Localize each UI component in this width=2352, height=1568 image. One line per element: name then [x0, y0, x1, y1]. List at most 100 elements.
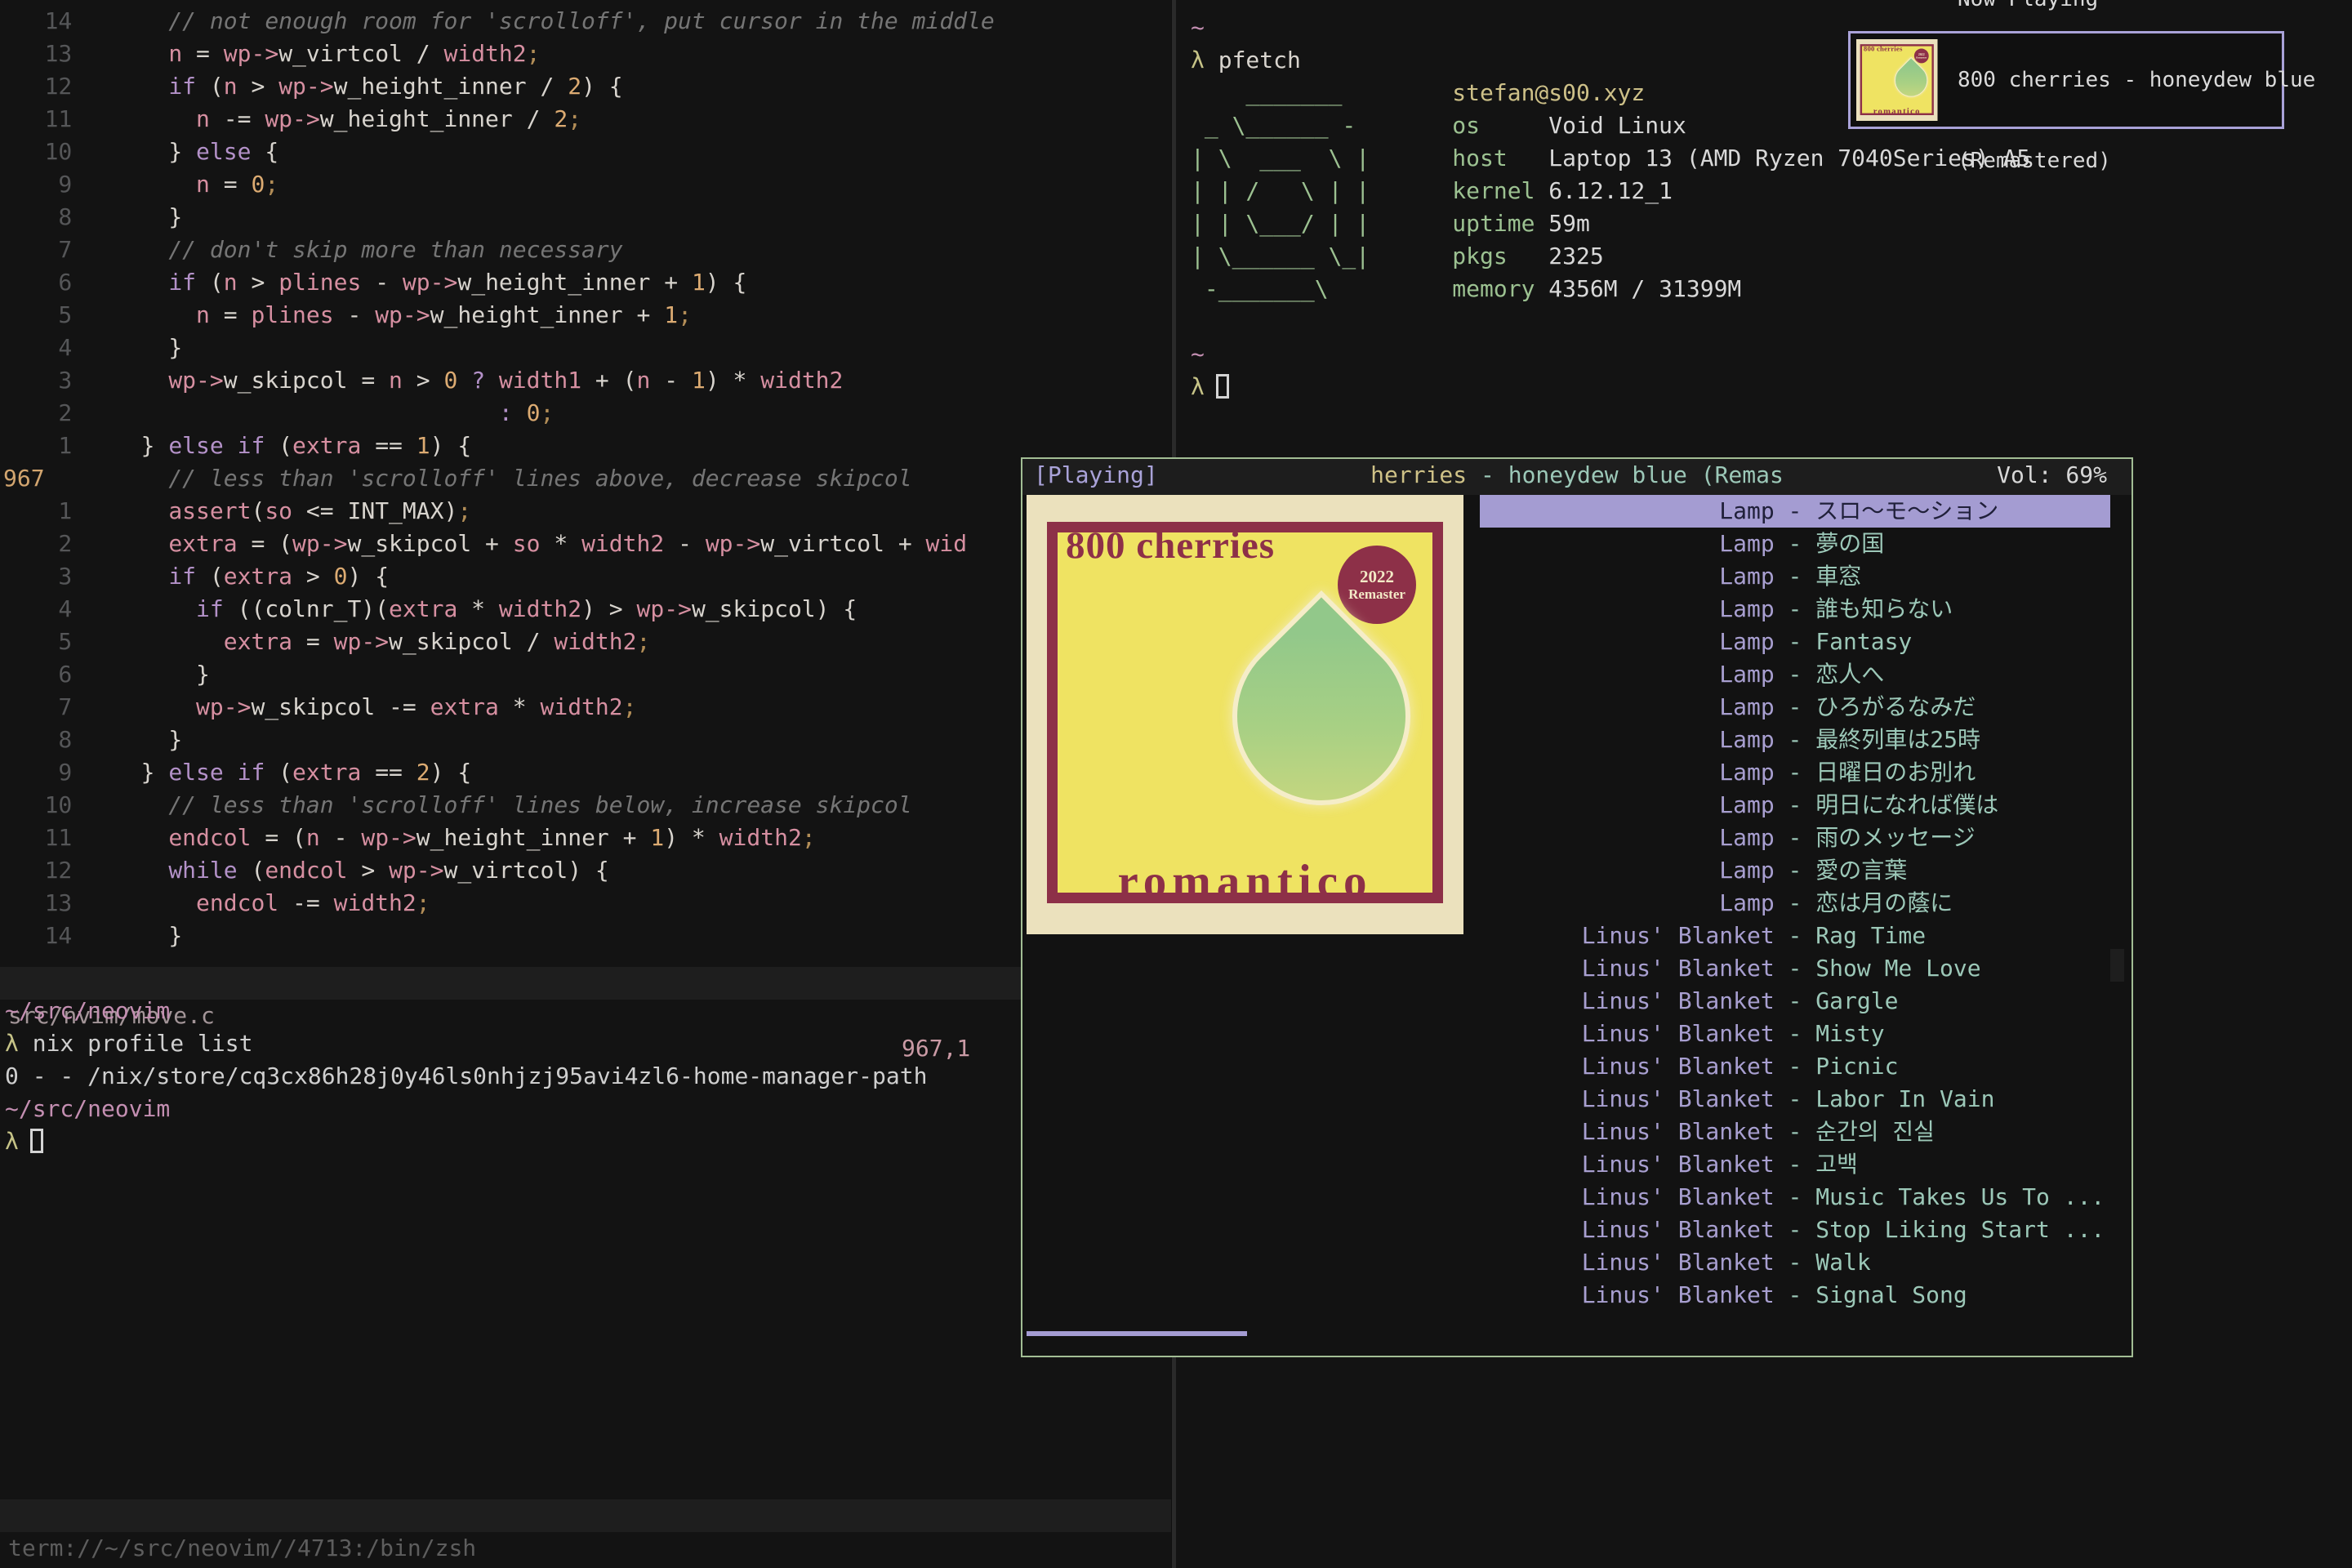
playlist-item[interactable]: Linus' Blanket - Signal Song — [1480, 1279, 2110, 1312]
terminal-line[interactable]: λ — [5, 1125, 927, 1158]
playlist-item[interactable]: Linus' Blanket - Misty — [1480, 1018, 2110, 1050]
code-line[interactable]: 967 // less than 'scrolloff' lines above… — [3, 462, 995, 495]
playlist-item[interactable]: Linus' Blanket - Rag Time — [1480, 920, 2110, 952]
playlist-item[interactable]: Linus' Blanket - Music Takes Us To ... — [1480, 1181, 2110, 1214]
code-line[interactable]: 4 } — [3, 332, 995, 364]
pfetch-label: host — [1452, 142, 1548, 175]
playlist-item[interactable]: Lamp - 愛の言葉 — [1480, 854, 2110, 887]
playlist-item-selected[interactable]: Lamp - スロ〜モ〜ション — [1480, 495, 2110, 528]
playlist-item[interactable]: Lamp - Fantasy — [1480, 626, 2110, 658]
track-separator: - — [1775, 1181, 1816, 1214]
code-text: } else if (extra == 2) { — [86, 759, 471, 786]
shell-prompt: λ — [1191, 47, 1205, 74]
code-buffer[interactable]: 14 // not enough room for 'scrolloff', p… — [3, 5, 995, 952]
code-line[interactable]: 14 // not enough room for 'scrolloff', p… — [3, 5, 995, 38]
playlist-item[interactable]: Linus' Blanket - 순간의 진실 — [1480, 1116, 2110, 1148]
embedded-terminal-buffer[interactable]: ~/src/neovim λ nix profile list0 - - /nix… — [5, 995, 927, 1158]
playlist-item[interactable]: Linus' Blanket - Walk — [1480, 1246, 2110, 1279]
playlist-item[interactable]: Linus' Blanket - 고백 — [1480, 1148, 2110, 1181]
line-number: 10 — [3, 136, 86, 168]
playlist-scrollbar[interactable] — [2110, 949, 2124, 982]
terminal-path: ~/src/neovim — [5, 997, 170, 1024]
track-separator: - — [1775, 1018, 1816, 1050]
terminal-line[interactable]: ~/src/neovim — [5, 1093, 927, 1125]
playlist-item[interactable]: Lamp - 日曜日のお別れ — [1480, 756, 2110, 789]
code-text: n -= wp->w_height_inner / 2; — [86, 105, 581, 132]
pfetch-value: Void Linux — [1548, 109, 1686, 142]
track-artist: Linus' Blanket — [1480, 1279, 1775, 1312]
code-line[interactable]: 4 if ((colnr_T)(extra * width2) > wp->w_… — [3, 593, 995, 626]
nvim-statusline-terminal: term://~/src/neovim//4713:/bin/zsh 14,3-… — [0, 1499, 1171, 1532]
track-artist: Lamp — [1480, 854, 1775, 887]
playlist-item[interactable]: Lamp - 明日になれば僕は — [1480, 789, 2110, 822]
desktop: 14 // not enough room for 'scrolloff', p… — [0, 0, 2352, 1568]
code-line[interactable]: 6 if (n > plines - wp->w_height_inner + … — [3, 266, 995, 299]
album-title-text: romantico — [1856, 108, 1938, 114]
code-line[interactable]: 8 } — [3, 201, 995, 234]
playlist-item[interactable]: Linus' Blanket - Picnic — [1480, 1050, 2110, 1083]
playlist-item[interactable]: Linus' Blanket - Labor In Vain — [1480, 1083, 2110, 1116]
code-line[interactable]: 12 while (endcol > wp->w_virtcol) { — [3, 854, 995, 887]
playlist-item[interactable]: Linus' Blanket - Stop Liking Start ... — [1480, 1214, 2110, 1246]
playlist-item[interactable]: Lamp - 恋は月の蔭に — [1480, 887, 2110, 920]
playlist: Lamp - スロ〜モ〜ションLamp - 夢の国Lamp - 車窓Lamp -… — [1480, 495, 2110, 1312]
code-line[interactable]: 5 extra = wp->w_skipcol / width2; — [3, 626, 995, 658]
playlist-item[interactable]: Lamp - 恋人へ — [1480, 658, 2110, 691]
track-separator: - — [1775, 1148, 1816, 1181]
track-separator: - — [1775, 952, 1816, 985]
code-line[interactable]: 6 } — [3, 658, 995, 691]
code-line[interactable]: 10 } else { — [3, 136, 995, 168]
playlist-item[interactable]: Lamp - 雨のメッセージ — [1480, 822, 2110, 854]
code-line[interactable]: 3 wp->w_skipcol = n > 0 ? width1 + (n - … — [3, 364, 995, 397]
playlist-item[interactable]: Lamp - 誰も知らない — [1480, 593, 2110, 626]
code-line[interactable]: 1 } else if (extra == 1) { — [3, 430, 995, 462]
playlist-item[interactable]: Linus' Blanket - Show Me Love — [1480, 952, 2110, 985]
track-title: 雨のメッセージ — [1815, 822, 2110, 854]
code-line[interactable]: 2 : 0; — [3, 397, 995, 430]
track-progress-bar[interactable] — [1027, 1331, 1247, 1336]
track-artist: Linus' Blanket — [1480, 985, 1775, 1018]
playlist-item[interactable]: Lamp - ひろがるなみだ — [1480, 691, 2110, 724]
playlist-item[interactable]: Lamp - 夢の国 — [1480, 528, 2110, 560]
code-line[interactable]: 13 endcol -= width2; — [3, 887, 995, 920]
terminal-line[interactable]: ~/src/neovim — [5, 995, 927, 1027]
void-logo-ascii: | | / \ | | — [1191, 175, 1452, 207]
album-artist-text: 800 cherries — [1864, 46, 1903, 51]
playlist-item[interactable]: Lamp - 車窓 — [1480, 560, 2110, 593]
track-separator: - — [1775, 1116, 1816, 1148]
code-text: assert(so <= INT_MAX); — [86, 497, 471, 524]
track-artist: Linus' Blanket — [1480, 952, 1775, 985]
track-artist: Lamp — [1480, 626, 1775, 658]
code-line[interactable]: 2 extra = (wp->w_skipcol + so * width2 -… — [3, 528, 995, 560]
code-line[interactable]: 7 wp->w_skipcol -= extra * width2; — [3, 691, 995, 724]
code-line[interactable]: 7 // don't skip more than necessary — [3, 234, 995, 266]
code-line[interactable]: 3 if (extra > 0) { — [3, 560, 995, 593]
nvim-window: 14 // not enough room for 'scrolloff', p… — [0, 0, 1171, 1568]
code-line[interactable]: 11 endcol = (n - wp->w_height_inner + 1)… — [3, 822, 995, 854]
code-line[interactable]: 12 if (n > wp->w_height_inner / 2) { — [3, 70, 995, 103]
pfetch-row: -_______\memory4356M / 31399M — [1191, 273, 2352, 305]
code-line[interactable]: 14 } — [3, 920, 995, 952]
code-line[interactable]: 10 // less than 'scrolloff' lines below,… — [3, 789, 995, 822]
code-text: endcol = (n - wp->w_height_inner + 1) * … — [86, 824, 816, 851]
now-playing-notification[interactable]: 800 cherries2022Remasterromantico Now Pl… — [1848, 31, 2284, 129]
code-text: } — [86, 334, 182, 361]
code-line[interactable]: 13 n = wp->w_virtcol / width2; — [3, 38, 995, 70]
terminal-cursor — [30, 1129, 43, 1153]
code-line[interactable]: 11 n -= wp->w_height_inner / 2; — [3, 103, 995, 136]
code-line[interactable]: 1 assert(so <= INT_MAX); — [3, 495, 995, 528]
playlist-item[interactable]: Lamp - 最終列車は25時 — [1480, 724, 2110, 756]
track-separator: - — [1775, 1246, 1816, 1279]
track-title: Music Takes Us To ... — [1815, 1181, 2110, 1214]
code-line[interactable]: 9 } else if (extra == 2) { — [3, 756, 995, 789]
track-artist: Lamp — [1480, 822, 1775, 854]
terminal-line[interactable]: 0 - - /nix/store/cq3cx86h28j0y46ls0nhjzj… — [5, 1060, 927, 1093]
playlist-item[interactable]: Linus' Blanket - Gargle — [1480, 985, 2110, 1018]
track-title: 恋は月の蔭に — [1815, 887, 2110, 920]
code-line[interactable]: 5 n = plines - wp->w_height_inner + 1; — [3, 299, 995, 332]
line-number: 1 — [3, 430, 86, 462]
terminal-line[interactable]: λ nix profile list — [5, 1027, 927, 1060]
code-line[interactable]: 8 } — [3, 724, 995, 756]
code-line[interactable]: 9 n = 0; — [3, 168, 995, 201]
remaster-badge: 2022Remaster — [1338, 546, 1416, 624]
